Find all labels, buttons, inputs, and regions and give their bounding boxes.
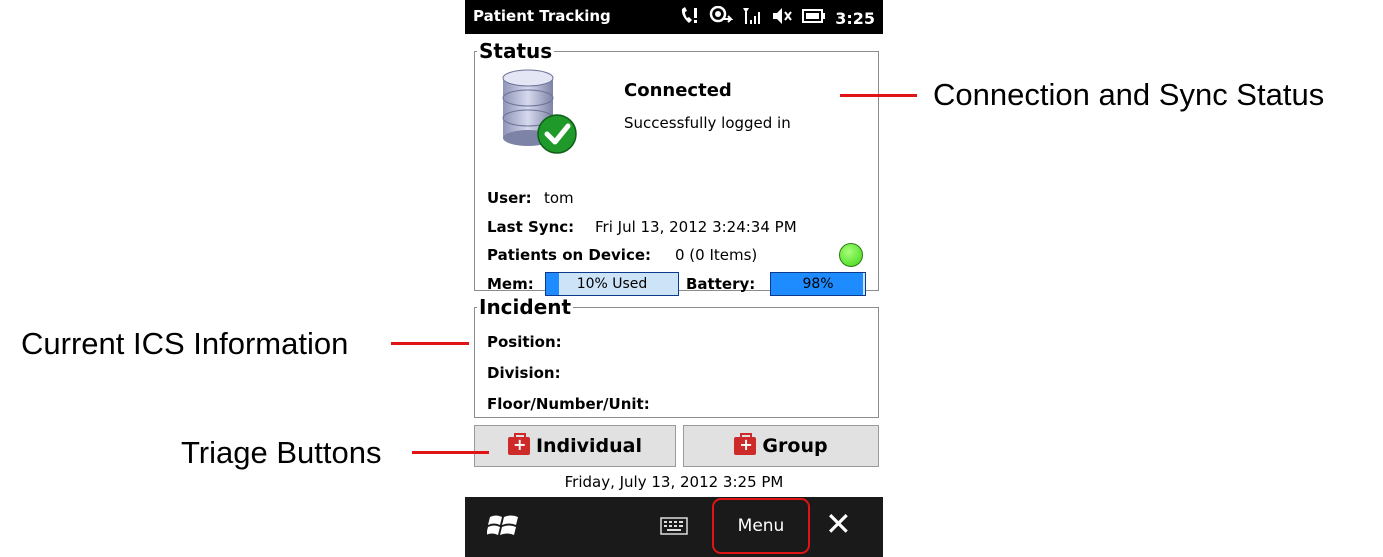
close-icon[interactable]: ✕ — [825, 505, 852, 543]
signal-icon — [741, 6, 763, 30]
last-sync-value: Fri Jul 13, 2012 3:24:34 PM — [595, 218, 797, 236]
memory-bar: 10% Used — [545, 272, 679, 296]
status-indicator-light — [839, 243, 863, 267]
current-datetime: Friday, July 13, 2012 3:25 PM — [564, 473, 784, 491]
user-value: tom — [544, 189, 574, 207]
incident-legend: Incident — [479, 295, 572, 319]
position-label: Position: — [487, 333, 562, 351]
title-bar: Patient Tracking 3:25 — [465, 0, 883, 34]
triage-callout-line — [412, 451, 489, 454]
group-button-label: Group — [762, 435, 828, 457]
group-triage-button[interactable]: Group — [683, 425, 879, 467]
status-legend: Status — [479, 39, 553, 63]
ics-callout-line — [391, 342, 469, 345]
battery-charging-icon — [801, 6, 827, 30]
individual-button-label: Individual — [535, 435, 643, 457]
triage-callout-label: Triage Buttons — [181, 435, 382, 470]
volume-muted-icon — [771, 6, 793, 30]
connection-callout-label: Connection and Sync Status — [933, 77, 1325, 112]
login-message: Successfully logged in — [624, 114, 791, 132]
menu-button-label: Menu — [737, 516, 785, 536]
windows-flag-icon[interactable] — [486, 511, 521, 545]
floor-label: Floor/Number/Unit: — [487, 395, 650, 413]
device-screen: Patient Tracking 3:25 Status Connected S… — [465, 0, 883, 557]
medical-kit-icon — [734, 433, 757, 455]
user-label: User: — [487, 189, 532, 207]
phone-alert-icon — [679, 6, 701, 30]
individual-triage-button[interactable]: Individual — [474, 425, 676, 467]
patients-label: Patients on Device: — [487, 246, 652, 264]
bottom-bar: Menu ✕ — [465, 497, 883, 557]
database-connected-icon — [499, 64, 579, 160]
clock: 3:25 — [835, 8, 875, 28]
incident-group: Incident Position: Division: Floor/Numbe… — [474, 295, 879, 418]
last-sync-label: Last Sync: — [487, 218, 575, 236]
connection-callout-line — [840, 94, 917, 97]
connection-status: Connected — [624, 80, 732, 101]
battery-bar-text: 98% — [802, 276, 834, 292]
sync-icon — [709, 5, 734, 30]
status-group: Status Connected Successfully logged in … — [474, 39, 879, 296]
battery-bar: 98% — [770, 272, 866, 296]
battery-label: Battery: — [686, 275, 756, 293]
division-label: Division: — [487, 364, 561, 382]
memory-bar-text: 10% Used — [576, 276, 648, 292]
mem-label: Mem: — [487, 275, 534, 293]
medical-kit-icon — [507, 433, 530, 455]
app-title: Patient Tracking — [473, 7, 611, 25]
ics-callout-label: Current ICS Information — [21, 326, 349, 361]
patients-value: 0 (0 Items) — [675, 246, 758, 264]
keyboard-icon[interactable] — [660, 517, 688, 539]
status-icons: 3:25 — [679, 5, 875, 30]
menu-button[interactable]: Menu — [712, 498, 810, 554]
